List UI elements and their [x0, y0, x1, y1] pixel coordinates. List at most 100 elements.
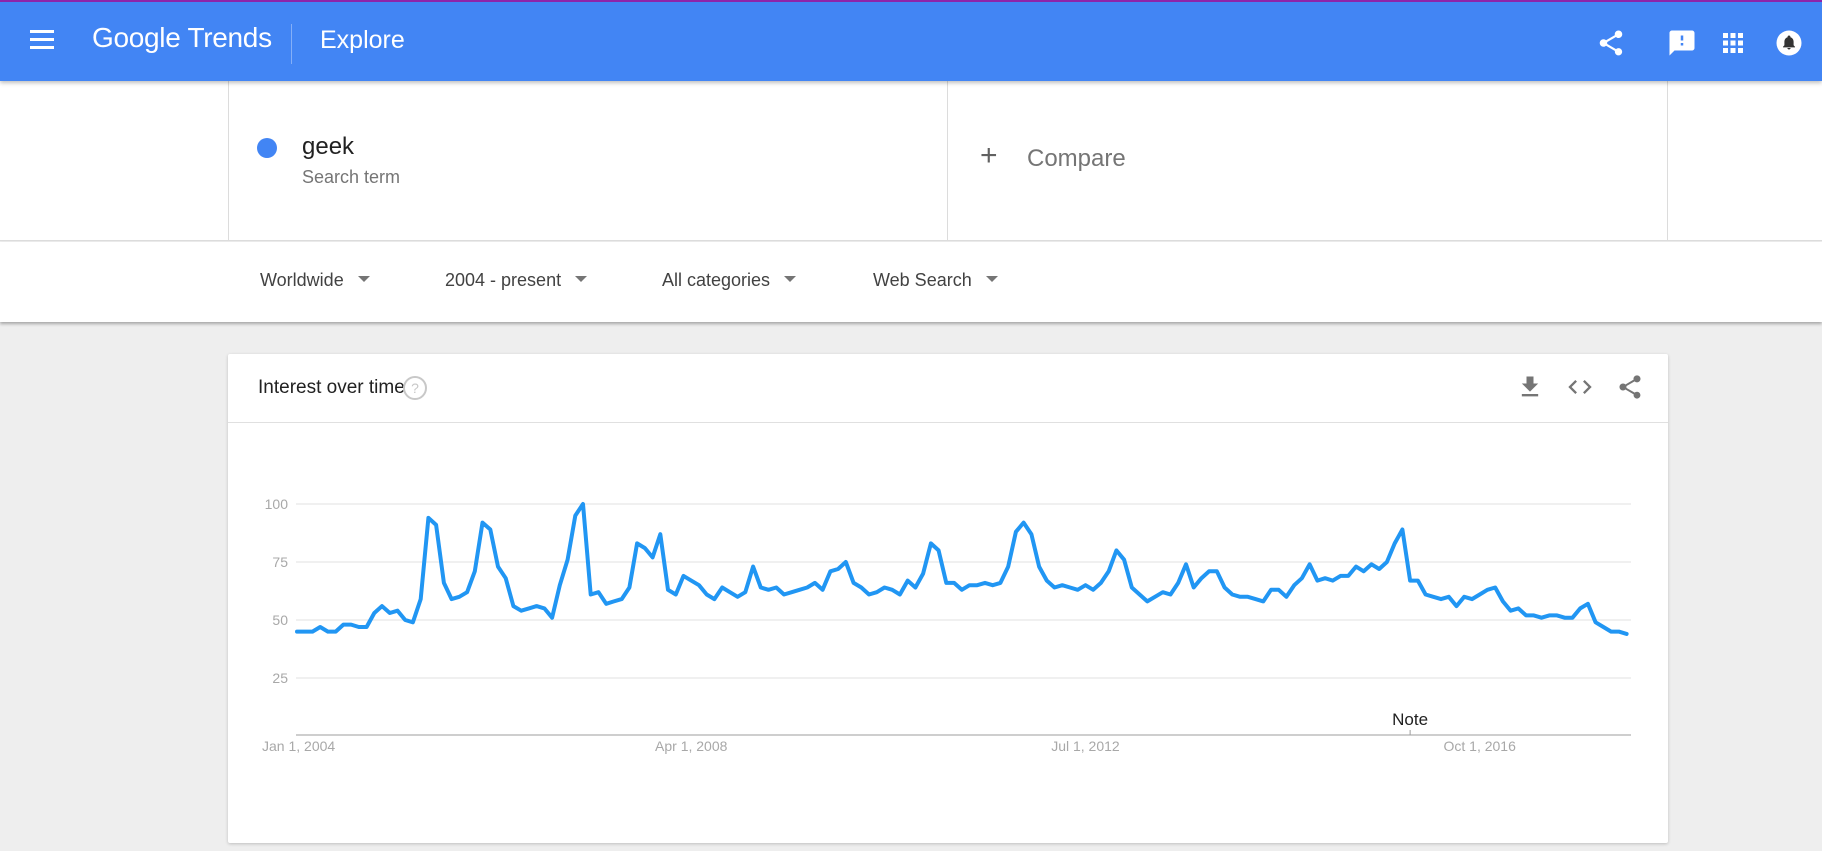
data-point[interactable]	[356, 624, 362, 630]
data-point[interactable]	[402, 617, 408, 623]
share-icon[interactable]	[1596, 28, 1626, 58]
data-point[interactable]	[1500, 598, 1506, 604]
data-point[interactable]	[1276, 587, 1282, 593]
data-point[interactable]	[433, 522, 439, 528]
data-point[interactable]	[974, 582, 980, 588]
data-point[interactable]	[364, 624, 370, 630]
data-point[interactable]	[1593, 619, 1599, 625]
data-point[interactable]	[387, 610, 393, 616]
data-point[interactable]	[943, 580, 949, 586]
data-point[interactable]	[1616, 629, 1622, 635]
data-point[interactable]	[588, 592, 594, 598]
data-point[interactable]	[851, 580, 857, 586]
data-point[interactable]	[1562, 615, 1568, 621]
data-point[interactable]	[333, 629, 339, 635]
data-point[interactable]	[920, 571, 926, 577]
data-point[interactable]	[1129, 585, 1135, 591]
data-point[interactable]	[673, 592, 679, 598]
data-point[interactable]	[928, 540, 934, 546]
data-point[interactable]	[742, 589, 748, 595]
search-type-dropdown[interactable]: Web Search	[873, 270, 998, 291]
data-point[interactable]	[912, 585, 918, 591]
data-point[interactable]	[534, 603, 540, 609]
data-point[interactable]	[526, 605, 532, 611]
data-point[interactable]	[1052, 585, 1058, 591]
data-point[interactable]	[1438, 596, 1444, 602]
data-point[interactable]	[1175, 580, 1181, 586]
data-point[interactable]	[480, 520, 486, 526]
data-point[interactable]	[905, 578, 911, 584]
data-point[interactable]	[325, 629, 331, 635]
data-point[interactable]	[619, 596, 625, 602]
data-point[interactable]	[1183, 561, 1189, 567]
data-point[interactable]	[766, 587, 772, 593]
data-point[interactable]	[1206, 568, 1212, 574]
data-point[interactable]	[681, 573, 687, 579]
compare-button[interactable]: + Compare	[948, 81, 1668, 241]
data-point[interactable]	[1214, 568, 1220, 574]
data-point[interactable]	[820, 587, 826, 593]
data-point[interactable]	[704, 592, 710, 598]
data-point[interactable]	[889, 587, 895, 593]
data-point[interactable]	[1484, 587, 1490, 593]
region-dropdown[interactable]: Worldwide	[260, 270, 370, 291]
data-point[interactable]	[650, 554, 656, 560]
data-point[interactable]	[1028, 531, 1034, 537]
data-point[interactable]	[1307, 561, 1313, 567]
data-point[interactable]	[1198, 575, 1204, 581]
data-point[interactable]	[1384, 559, 1390, 565]
data-point[interactable]	[1577, 605, 1583, 611]
data-point[interactable]	[1322, 575, 1328, 581]
data-point[interactable]	[773, 585, 779, 591]
interest-line-chart[interactable]: 25 50 75 100 Jan 1, 2004 Apr 1, 2008 Jul 1, 20…	[228, 354, 1668, 843]
data-point[interactable]	[1531, 612, 1537, 618]
data-point[interactable]	[596, 589, 602, 595]
data-point[interactable]	[982, 580, 988, 586]
data-point[interactable]	[843, 559, 849, 565]
data-point[interactable]	[642, 545, 648, 551]
data-point[interactable]	[1137, 592, 1143, 598]
data-point[interactable]	[1152, 594, 1158, 600]
data-point[interactable]	[1314, 578, 1320, 584]
time-range-dropdown[interactable]: 2004 - present	[445, 270, 588, 291]
data-point[interactable]	[1430, 594, 1436, 600]
data-point[interactable]	[735, 594, 741, 600]
data-point[interactable]	[936, 547, 942, 553]
data-point[interactable]	[1090, 587, 1096, 593]
data-point[interactable]	[348, 622, 354, 628]
data-point[interactable]	[711, 596, 717, 602]
notifications-icon[interactable]	[1774, 28, 1804, 58]
data-point[interactable]	[1523, 612, 1529, 618]
data-point[interactable]	[580, 501, 586, 507]
data-point[interactable]	[827, 568, 833, 574]
data-point[interactable]	[395, 608, 401, 614]
data-point[interactable]	[1353, 564, 1359, 570]
data-point[interactable]	[495, 564, 501, 570]
data-point[interactable]	[1299, 575, 1305, 581]
data-point[interactable]	[518, 608, 524, 614]
data-point[interactable]	[472, 568, 478, 574]
data-point[interactable]	[1539, 615, 1545, 621]
data-point[interactable]	[866, 592, 872, 598]
data-point[interactable]	[1446, 594, 1452, 600]
data-point[interactable]	[1160, 589, 1166, 595]
data-point[interactable]	[1036, 564, 1042, 570]
data-point[interactable]	[1454, 603, 1460, 609]
data-point[interactable]	[882, 585, 888, 591]
data-point[interactable]	[688, 578, 694, 584]
data-point[interactable]	[1253, 596, 1259, 602]
data-point[interactable]	[1083, 582, 1089, 588]
data-point[interactable]	[441, 580, 447, 586]
data-point[interactable]	[302, 629, 308, 635]
apps-icon[interactable]	[1718, 28, 1748, 58]
data-point[interactable]	[812, 580, 818, 586]
data-point[interactable]	[990, 582, 996, 588]
data-point[interactable]	[835, 566, 841, 572]
data-point[interactable]	[1113, 547, 1119, 553]
data-point[interactable]	[557, 582, 563, 588]
data-point[interactable]	[665, 587, 671, 593]
data-point[interactable]	[340, 622, 346, 628]
data-point[interactable]	[1237, 594, 1243, 600]
data-point[interactable]	[634, 540, 640, 546]
data-point[interactable]	[1191, 585, 1197, 591]
